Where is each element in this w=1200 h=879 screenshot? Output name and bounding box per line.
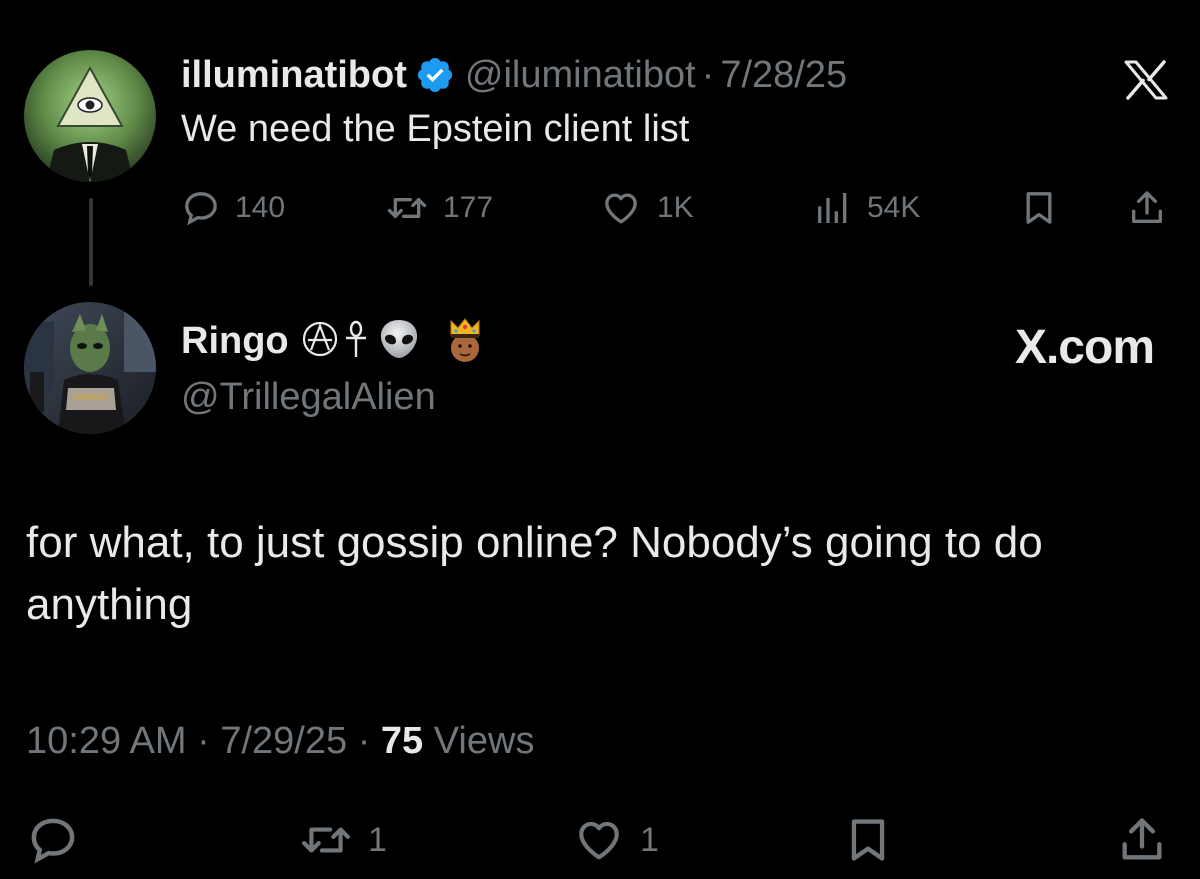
separator-dot: · bbox=[357, 720, 371, 762]
like-button[interactable]: 1K bbox=[599, 186, 694, 230]
verified-badge-icon bbox=[415, 55, 455, 95]
analytics-icon bbox=[813, 188, 853, 228]
views-label[interactable]: Views bbox=[434, 720, 535, 762]
tweet-date[interactable]: 7/29/25 bbox=[220, 720, 347, 762]
heart-icon bbox=[572, 815, 626, 865]
heart-icon bbox=[599, 188, 643, 228]
reply-name-row: Ringo bbox=[181, 316, 487, 366]
reply-count: 140 bbox=[235, 191, 286, 224]
anarchy-symbol-icon bbox=[301, 320, 339, 363]
views-count[interactable]: 75 bbox=[381, 720, 423, 762]
views-button[interactable]: 54K bbox=[813, 186, 920, 230]
main-action-bar: 1 1 bbox=[26, 812, 1174, 868]
tweet-time[interactable]: 10:29 AM bbox=[26, 720, 187, 762]
crowned-man-emoji-icon bbox=[443, 315, 487, 368]
share-icon bbox=[1116, 813, 1168, 867]
share-button[interactable] bbox=[1127, 186, 1167, 230]
parent-tweet-header: illuminatibot @iluminatibot · 7/28/25 bbox=[181, 50, 847, 100]
reply-button[interactable]: 140 bbox=[181, 186, 285, 230]
x-logo-icon bbox=[1122, 60, 1170, 100]
separator-dot: · bbox=[197, 720, 210, 762]
repost-count: 1 bbox=[368, 820, 387, 859]
reply-icon bbox=[26, 813, 80, 867]
share-button[interactable] bbox=[1116, 812, 1168, 868]
parent-action-bar: 140 177 1K 54K bbox=[181, 186, 1171, 230]
repost-button[interactable]: 177 bbox=[385, 186, 493, 230]
repost-icon bbox=[298, 815, 354, 865]
parent-avatar[interactable] bbox=[24, 50, 156, 182]
parent-date[interactable]: 7/28/25 bbox=[720, 54, 847, 97]
bookmark-button[interactable] bbox=[842, 812, 894, 868]
separator-dot: · bbox=[701, 53, 715, 96]
reply-display-name[interactable]: Ringo bbox=[181, 320, 289, 363]
thread-connector-line bbox=[89, 198, 93, 286]
alien-emoji-icon bbox=[377, 317, 421, 366]
reply-tweet-text: for what, to just gossip online? Nobody’… bbox=[26, 518, 1043, 629]
ankh-symbol-icon bbox=[343, 319, 369, 364]
x-com-watermark: X.com bbox=[1014, 321, 1155, 374]
repost-icon bbox=[385, 188, 429, 228]
share-icon bbox=[1127, 188, 1167, 228]
reply-avatar[interactable] bbox=[24, 302, 156, 434]
repost-button[interactable]: 1 bbox=[298, 812, 387, 868]
repost-count: 177 bbox=[443, 191, 494, 224]
reply-button[interactable] bbox=[26, 812, 80, 868]
reply-icon bbox=[181, 188, 221, 228]
bookmark-icon bbox=[842, 813, 894, 867]
reply-handle[interactable]: @TrillegalAlien bbox=[181, 376, 436, 419]
parent-handle[interactable]: @iluminatibot bbox=[465, 54, 696, 97]
parent-display-name[interactable]: illuminatibot bbox=[181, 54, 407, 97]
bookmark-button[interactable] bbox=[1019, 186, 1059, 230]
tweet-meta-row: 10:29 AM · 7/29/25 · 75 Views bbox=[26, 720, 534, 763]
parent-tweet-text: We need the Epstein client list bbox=[181, 108, 690, 150]
like-button[interactable]: 1 bbox=[572, 812, 659, 868]
like-count: 1 bbox=[640, 820, 659, 859]
views-count: 54K bbox=[867, 191, 921, 224]
bookmark-icon bbox=[1019, 188, 1059, 228]
like-count: 1K bbox=[657, 191, 694, 224]
